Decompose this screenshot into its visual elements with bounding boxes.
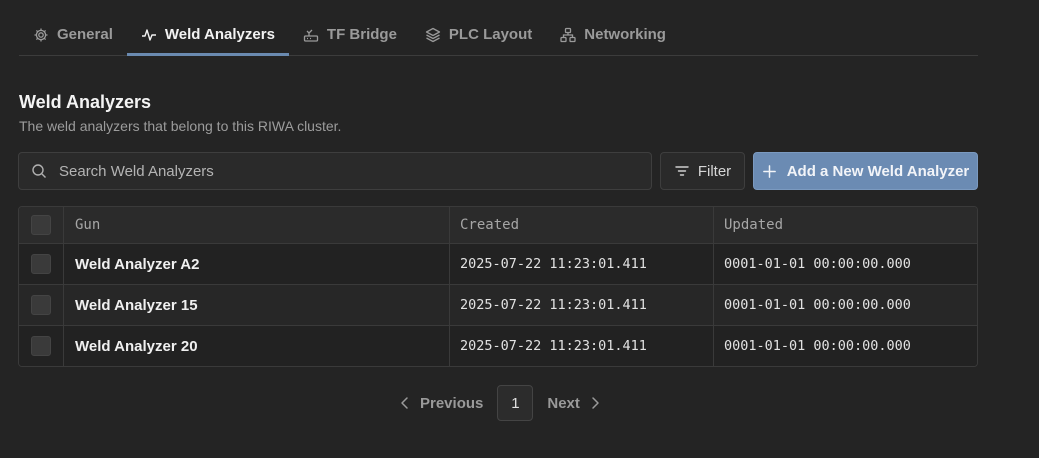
tab-networking[interactable]: Networking — [546, 14, 680, 55]
created-cell: 2025-07-22 11:23:01.411 — [450, 326, 714, 366]
gear-icon — [33, 27, 49, 43]
next-label: Next — [547, 394, 580, 412]
add-weld-analyzer-button[interactable]: Add a New Weld Analyzer — [753, 152, 978, 190]
next-page-button[interactable]: Next — [547, 395, 602, 412]
row-checkbox-cell — [19, 326, 64, 366]
gun-cell[interactable]: Weld Analyzer 20 — [64, 326, 450, 366]
column-header-gun[interactable]: Gun — [64, 207, 450, 243]
search-icon — [31, 163, 47, 179]
search-box[interactable] — [18, 152, 652, 190]
pagination: Previous 1 Next — [398, 385, 602, 421]
network-icon — [560, 27, 576, 43]
updated-cell: 0001-01-01 00:00:00.000 — [724, 297, 911, 313]
chevron-left-icon — [398, 396, 412, 410]
filter-label: Filter — [697, 162, 732, 180]
tab-general[interactable]: General — [19, 14, 127, 55]
created-cell: 2025-07-22 11:23:01.411 — [450, 285, 714, 325]
weld-analyzers-table: Gun Created Updated Weld Analyzer A2 202… — [18, 206, 978, 367]
tab-label: General — [57, 26, 113, 43]
tab-label: TF Bridge — [326, 26, 397, 43]
created-cell: 2025-07-22 11:23:01.411 — [450, 244, 714, 284]
previous-page-button[interactable]: Previous — [398, 395, 483, 412]
table-row[interactable]: Weld Analyzer A2 2025-07-22 11:23:01.411… — [19, 244, 977, 285]
previous-label: Previous — [420, 394, 484, 412]
row-checkbox-cell — [19, 285, 64, 325]
updated-cell: 0001-01-01 00:00:00.000 — [724, 338, 911, 354]
header-checkbox-cell — [19, 207, 64, 243]
router-icon — [303, 27, 319, 43]
tab-label: Weld Analyzers — [164, 26, 275, 43]
plus-icon — [762, 164, 777, 179]
tab-plc-layout[interactable]: PLC Layout — [411, 14, 546, 55]
select-all-checkbox[interactable] — [31, 215, 51, 235]
tab-label: Networking — [584, 26, 666, 43]
page-number-button[interactable]: 1 — [497, 385, 534, 421]
column-header-created[interactable]: Created — [450, 207, 714, 243]
activity-icon — [141, 27, 157, 43]
search-input[interactable] — [59, 162, 619, 180]
tab-bar: General Weld Analyzers TF Bridge PLC Lay… — [19, 14, 978, 56]
row-checkbox[interactable] — [31, 254, 51, 274]
table-header-row: Gun Created Updated — [19, 207, 977, 244]
tab-label: PLC Layout — [448, 26, 533, 43]
chevron-right-icon — [588, 396, 602, 410]
gun-cell[interactable]: Weld Analyzer 15 — [64, 285, 450, 325]
section-description: The weld analyzers that belong to this R… — [19, 118, 342, 134]
section-title: Weld Analyzers — [19, 92, 152, 112]
column-header-updated[interactable]: Updated — [714, 207, 977, 243]
tab-tf-bridge[interactable]: TF Bridge — [289, 14, 411, 55]
layers-icon — [425, 27, 441, 43]
table-row[interactable]: Weld Analyzer 20 2025-07-22 11:23:01.411… — [19, 326, 977, 366]
table-row[interactable]: Weld Analyzer 15 2025-07-22 11:23:01.411… — [19, 285, 977, 326]
gun-cell[interactable]: Weld Analyzer A2 — [64, 244, 450, 284]
row-checkbox[interactable] — [31, 295, 51, 315]
filter-icon — [674, 163, 690, 179]
row-checkbox[interactable] — [31, 336, 51, 356]
filter-button[interactable]: Filter — [660, 152, 745, 190]
tab-weld-analyzers[interactable]: Weld Analyzers — [126, 14, 289, 56]
add-label: Add a New Weld Analyzer — [786, 162, 970, 180]
row-checkbox-cell — [19, 244, 64, 284]
updated-cell: 0001-01-01 00:00:00.000 — [724, 256, 911, 272]
